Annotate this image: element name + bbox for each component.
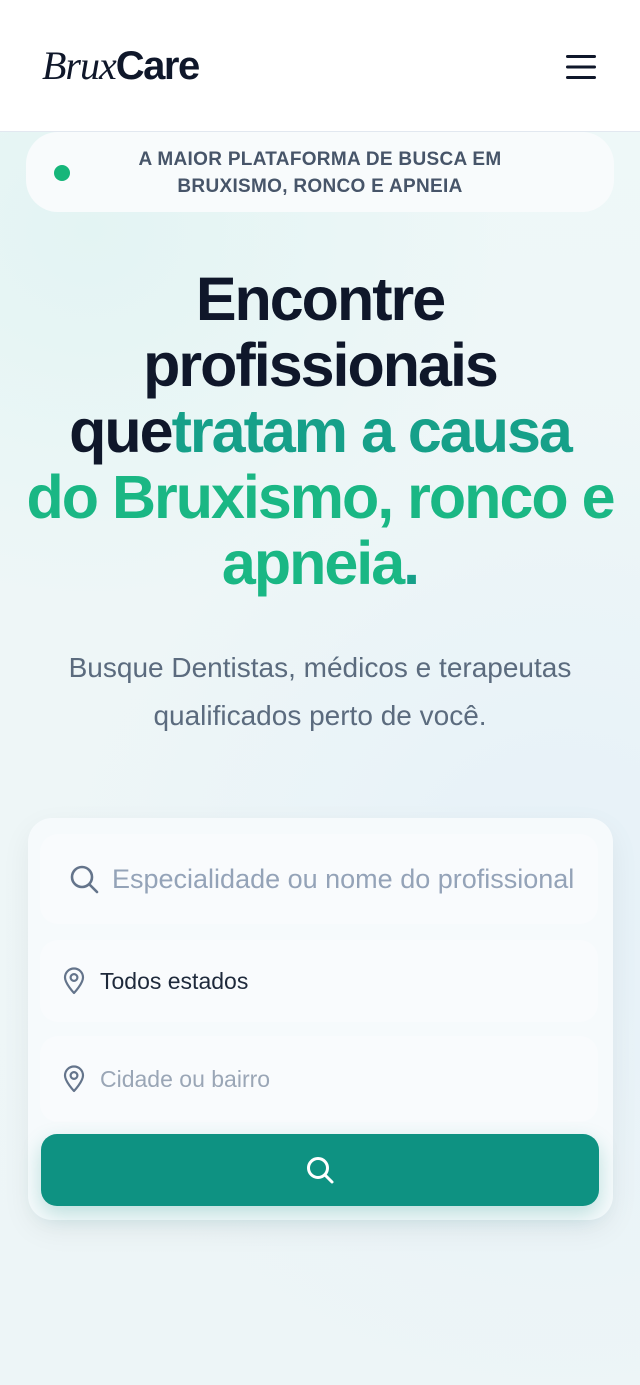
subtitle-line-1: Busque Dentistas, médicos e terapeutas (68, 652, 572, 683)
hero-highlight-1: tratam a causa (171, 397, 573, 465)
logo-brux: Brux (42, 43, 117, 88)
specialty-search-field[interactable] (40, 834, 598, 924)
hero-period: . (403, 529, 420, 597)
hero-line-2: profissionais (143, 331, 499, 399)
state-select[interactable]: Todos estados (40, 940, 598, 1022)
search-button[interactable] (41, 1134, 599, 1206)
hero-line-1: Encontre (195, 265, 446, 333)
location-pin-icon (60, 1064, 88, 1094)
badge-text: A MAIOR PLATAFORMA DE BUSCA EM BRUXISMO,… (100, 146, 540, 200)
hero-subtitle: Busque Dentistas, médicos e terapeutas q… (20, 644, 620, 740)
bruxcare-logo[interactable]: BruxCare (42, 40, 200, 92)
top-header: BruxCare (0, 0, 640, 132)
hamburger-menu-icon (566, 55, 596, 79)
hero-line-5: apneia. (0, 530, 640, 596)
city-input[interactable] (100, 1062, 570, 1096)
logo-care: Care (115, 44, 200, 88)
hero-word-apneia: apneia (221, 529, 405, 597)
city-field[interactable] (40, 1036, 598, 1122)
search-icon (68, 863, 100, 895)
badge-line-2: BRUXISMO, RONCO E APNEIA (177, 176, 463, 197)
status-dot (54, 165, 70, 181)
hero-line-4: do Bruxismo, ronco e (26, 463, 615, 531)
menu-button[interactable] (560, 46, 602, 88)
badge-line-1: A MAIOR PLATAFORMA DE BUSCA EM (138, 149, 502, 170)
platform-badge: A MAIOR PLATAFORMA DE BUSCA EM BRUXISMO,… (26, 132, 614, 212)
hero-line-3: quetratam a causa (0, 398, 640, 464)
hero-word-que: que (69, 397, 173, 465)
subtitle-line-2: qualificados perto de você. (153, 700, 487, 731)
hero-heading: Encontre profissionais quetratam a causa… (0, 266, 640, 596)
state-select-value[interactable]: Todos estados (100, 964, 248, 998)
specialty-input[interactable] (112, 860, 582, 898)
search-icon (307, 1157, 334, 1184)
location-pin-icon (60, 966, 88, 996)
